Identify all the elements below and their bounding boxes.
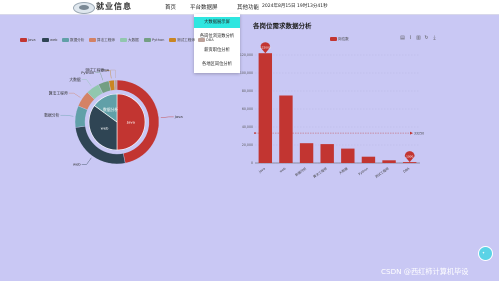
bar bbox=[279, 95, 293, 163]
y-tick-label: 0 bbox=[251, 161, 253, 165]
x-tick-label: Java bbox=[257, 167, 266, 175]
y-tick-label: 120,000 bbox=[240, 53, 253, 57]
y-tick-label: 80,000 bbox=[242, 89, 253, 93]
x-tick-label: Python bbox=[358, 167, 369, 177]
bar-pin-label: 122000 bbox=[260, 45, 271, 49]
y-tick-label: 60,000 bbox=[242, 107, 253, 111]
x-tick-label: 测试工程师 bbox=[374, 165, 391, 179]
bar bbox=[299, 143, 314, 163]
average-line-arrow bbox=[410, 131, 413, 135]
bar bbox=[402, 162, 417, 163]
watermark: CSDN @西红柿计算机毕设 bbox=[381, 267, 469, 276]
bar bbox=[320, 144, 334, 163]
x-tick-label: 大数据 bbox=[338, 165, 349, 175]
bar bbox=[361, 156, 376, 163]
assistant-icon[interactable]: ✦ bbox=[478, 246, 493, 261]
x-tick-label: 数据分析 bbox=[294, 165, 308, 177]
average-line-start bbox=[254, 132, 256, 134]
bar-chart: 0 20,000 40,000 60,000 80,000 100,000 120,000 J… bbox=[240, 42, 424, 179]
bar bbox=[382, 160, 396, 163]
x-tick-label: 算法工程师 bbox=[312, 165, 329, 179]
bar bbox=[258, 53, 273, 164]
y-tick-label: 100,000 bbox=[240, 71, 253, 75]
average-line-label: 33250 bbox=[414, 131, 424, 135]
y-tick-label: 20,000 bbox=[242, 143, 253, 147]
x-tick-label: DBA bbox=[402, 166, 411, 174]
y-tick-label: 40,000 bbox=[242, 125, 253, 129]
bar bbox=[341, 148, 355, 163]
bar-pin-label: 1000 bbox=[406, 154, 413, 158]
x-tick-label: web bbox=[279, 167, 287, 174]
